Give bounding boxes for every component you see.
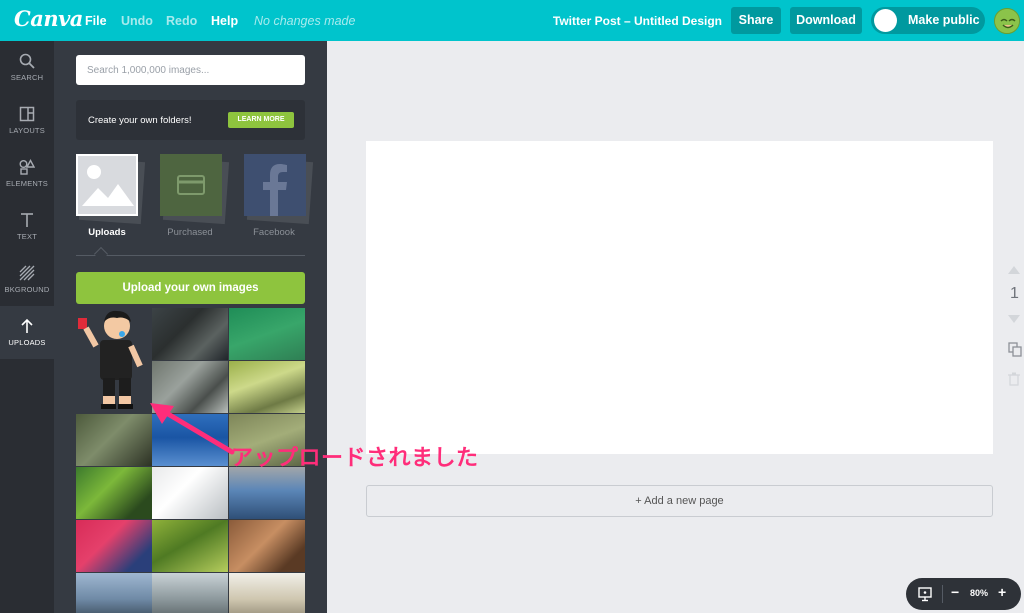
presentation-icon[interactable]	[917, 586, 933, 602]
uploaded-image[interactable]	[152, 467, 228, 519]
uploaded-image[interactable]	[152, 308, 228, 360]
side-panel: Create your own folders! LEARN MORE Uplo…	[54, 41, 327, 613]
add-page-button[interactable]: + Add a new page	[366, 485, 993, 517]
zoom-separator	[942, 585, 943, 603]
uploaded-image[interactable]	[229, 467, 305, 519]
tab-uploads-label[interactable]: Uploads	[67, 227, 147, 238]
share-button[interactable]: Share	[731, 7, 781, 34]
page-up-icon[interactable]	[1008, 266, 1020, 274]
search-icon	[19, 53, 35, 69]
design-title[interactable]: Twitter Post – Untitled Design	[553, 14, 722, 28]
folders-promo: Create your own folders! LEARN MORE	[76, 100, 305, 140]
folders-promo-text: Create your own folders!	[88, 115, 192, 126]
canva-logo[interactable]: Canva	[14, 6, 83, 31]
text-icon	[21, 213, 33, 227]
uploaded-image[interactable]	[152, 573, 228, 613]
delete-page-icon[interactable]	[1008, 372, 1020, 386]
upload-images-button[interactable]: Upload your own images	[76, 272, 305, 304]
layouts-icon	[19, 106, 35, 122]
tab-uploads[interactable]	[76, 154, 146, 225]
uploaded-image[interactable]	[76, 414, 152, 466]
rail-item-uploads[interactable]: UPLOADS	[0, 306, 54, 359]
image-search-input[interactable]	[76, 55, 305, 85]
tab-facebook[interactable]	[244, 154, 314, 225]
tab-purchased-label[interactable]: Purchased	[150, 227, 230, 238]
page-number: 1	[1010, 285, 1019, 302]
rail-item-elements[interactable]: ELEMENTS	[0, 147, 54, 200]
referee-illustration-icon	[78, 310, 143, 409]
tab-facebook-label[interactable]: Facebook	[234, 227, 314, 238]
make-public-label: Make public	[908, 13, 980, 27]
help-menu[interactable]: Help	[211, 14, 238, 28]
tab-purchased[interactable]	[160, 154, 230, 225]
rail-label: SEARCH	[10, 73, 44, 82]
elements-icon	[19, 159, 35, 175]
purchased-thumbnail	[160, 154, 222, 216]
page-down-icon[interactable]	[1008, 315, 1020, 323]
rail-label: BKGROUND	[4, 285, 50, 294]
zoom-level: 80%	[970, 588, 989, 598]
top-bar: Canva File Undo Redo Help No changes mad…	[0, 0, 1024, 41]
avatar-face-icon	[995, 9, 1019, 33]
uploaded-image-referee[interactable]	[76, 308, 152, 414]
rail-item-search[interactable]: SEARCH	[0, 41, 54, 94]
annotation-text: アップロードされました	[231, 446, 479, 471]
zoom-out-button[interactable]: −	[951, 584, 959, 600]
uploaded-image[interactable]	[76, 520, 152, 572]
upload-arrow-icon	[21, 318, 33, 333]
undo-button[interactable]: Undo	[121, 14, 153, 28]
make-public-toggle[interactable]: Make public	[871, 7, 985, 34]
file-menu[interactable]: File	[85, 14, 107, 28]
background-icon	[19, 265, 35, 281]
rail-label: UPLOADS	[8, 338, 46, 347]
zoom-in-button[interactable]: +	[998, 584, 1006, 600]
save-status: No changes made	[254, 14, 356, 28]
uploads-thumbnail-icon	[76, 154, 138, 216]
active-tab-caret	[93, 246, 109, 262]
design-page[interactable]	[366, 141, 993, 454]
rail-label: ELEMENTS	[5, 179, 49, 188]
learn-more-button[interactable]: LEARN MORE	[228, 112, 294, 128]
zoom-control: − 80% +	[906, 578, 1021, 610]
uploaded-image[interactable]	[76, 467, 152, 519]
image-placeholder-icon	[82, 165, 134, 206]
download-button[interactable]: Download	[790, 7, 862, 34]
rail-label: LAYOUTS	[9, 126, 45, 135]
tab-divider	[76, 255, 305, 256]
uploaded-image[interactable]	[76, 573, 152, 613]
annotation-arrow-icon	[150, 403, 235, 455]
redo-button[interactable]: Redo	[166, 14, 197, 28]
uploaded-image[interactable]	[152, 520, 228, 572]
uploaded-image[interactable]	[229, 308, 305, 360]
rail-item-text[interactable]: TEXT	[0, 200, 54, 253]
left-rail: SEARCH LAYOUTS ELEMENTS TEXT BKGROUND UP…	[0, 41, 54, 613]
rail-item-layouts[interactable]: LAYOUTS	[0, 94, 54, 147]
avatar[interactable]	[994, 8, 1020, 34]
facebook-thumbnail	[244, 154, 306, 216]
toggle-knob	[874, 9, 897, 32]
facebook-icon	[263, 164, 287, 216]
rail-item-background[interactable]: BKGROUND	[0, 253, 54, 306]
rail-label: TEXT	[17, 232, 37, 241]
credit-card-icon	[177, 175, 205, 195]
duplicate-page-icon[interactable]	[1008, 342, 1023, 357]
uploaded-image[interactable]	[229, 573, 305, 613]
uploaded-image[interactable]	[229, 520, 305, 572]
uploaded-image[interactable]	[229, 361, 305, 413]
